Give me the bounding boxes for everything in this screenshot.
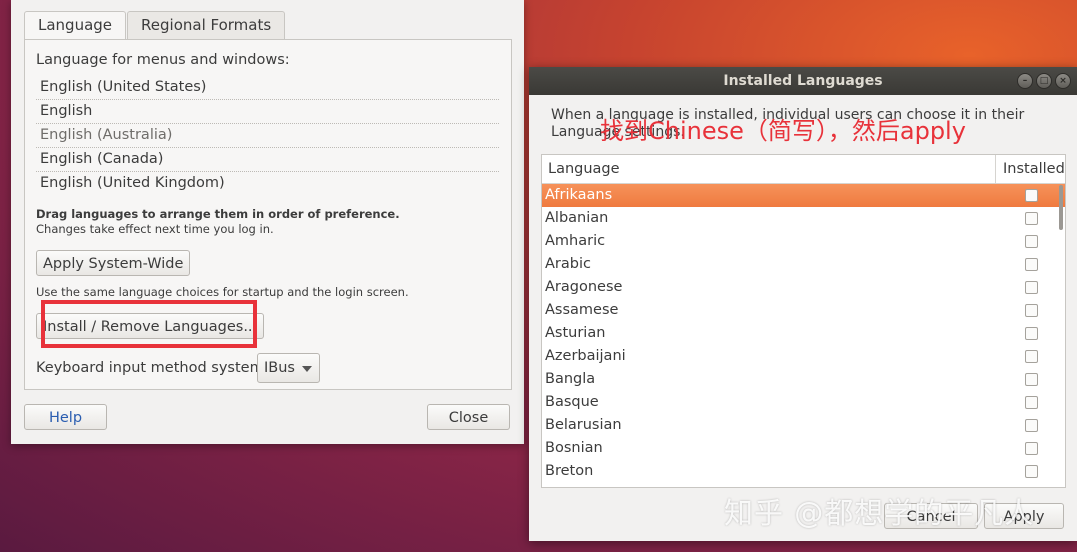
installed-checkbox[interactable] bbox=[1025, 258, 1038, 271]
language-name: Azerbaijani bbox=[545, 348, 626, 364]
table-row[interactable]: Basque bbox=[542, 391, 1065, 414]
annotation-note: 找到Chinese（简写），然后apply bbox=[600, 117, 966, 145]
apply-system-wide-hint: Use the same language choices for startu… bbox=[36, 285, 409, 299]
help-button[interactable]: Help bbox=[24, 404, 107, 430]
table-row[interactable]: Asturian bbox=[542, 322, 1065, 345]
installed-checkbox[interactable] bbox=[1025, 235, 1038, 248]
table-header: Language Installed bbox=[542, 155, 1065, 184]
table-row[interactable]: Afrikaans bbox=[542, 184, 1065, 207]
installed-checkbox[interactable] bbox=[1025, 350, 1038, 363]
installed-checkbox[interactable] bbox=[1025, 396, 1038, 409]
maximize-icon[interactable]: □ bbox=[1036, 73, 1052, 89]
table-row[interactable]: Azerbaijani bbox=[542, 345, 1065, 368]
list-item[interactable]: English (United States) bbox=[36, 76, 499, 100]
list-item[interactable]: English (United Kingdom) bbox=[36, 172, 499, 195]
language-name: Aragonese bbox=[545, 279, 623, 295]
table-row[interactable]: Bangla bbox=[542, 368, 1065, 391]
language-name: Afrikaans bbox=[545, 187, 613, 203]
install-remove-languages-button[interactable]: Install / Remove Languages... bbox=[36, 313, 265, 339]
keyboard-input-label: Keyboard input method system: bbox=[36, 360, 269, 376]
table-row[interactable]: Assamese bbox=[542, 299, 1065, 322]
table-row[interactable]: Bosnian bbox=[542, 437, 1065, 460]
list-item[interactable]: English (Canada) bbox=[36, 148, 499, 172]
tab-regional-formats[interactable]: Regional Formats bbox=[127, 11, 286, 39]
column-header-installed[interactable]: Installed bbox=[995, 155, 1065, 183]
close-icon[interactable]: × bbox=[1055, 73, 1071, 89]
table-row[interactable]: Breton bbox=[542, 460, 1065, 483]
list-item[interactable]: English bbox=[36, 100, 499, 124]
language-name: Albanian bbox=[545, 210, 609, 226]
menus-language-label: Language for menus and windows: bbox=[36, 52, 290, 68]
language-tab-panel: Language for menus and windows: English … bbox=[24, 39, 512, 390]
language-name: Arabic bbox=[545, 256, 591, 272]
list-item[interactable]: English (Australia) bbox=[36, 124, 499, 148]
keyboard-input-value: IBus bbox=[264, 360, 295, 376]
table-row[interactable]: Amharic bbox=[542, 230, 1065, 253]
keyboard-input-select[interactable]: IBus bbox=[257, 353, 320, 383]
window-title: Installed Languages bbox=[723, 73, 883, 89]
installed-checkbox[interactable] bbox=[1025, 373, 1038, 386]
language-name: Belarusian bbox=[545, 417, 622, 433]
installed-checkbox[interactable] bbox=[1025, 419, 1038, 432]
language-name: Bangla bbox=[545, 371, 596, 387]
table-row[interactable]: Aragonese bbox=[542, 276, 1065, 299]
table-row[interactable]: Belarusian bbox=[542, 414, 1065, 437]
language-name: Basque bbox=[545, 394, 599, 410]
language-name: Breton bbox=[545, 463, 594, 479]
languages-table: Language Installed Afrikaans Albanian Am… bbox=[541, 154, 1066, 488]
drag-hint: Drag languages to arrange them in order … bbox=[36, 207, 400, 221]
installed-languages-window: Installed Languages – □ × When a languag… bbox=[529, 67, 1077, 541]
column-header-language[interactable]: Language bbox=[548, 155, 620, 183]
installed-checkbox[interactable] bbox=[1025, 281, 1038, 294]
effect-hint: Changes take effect next time you log in… bbox=[36, 222, 274, 236]
table-row[interactable]: Albanian bbox=[542, 207, 1065, 230]
language-name: Bosnian bbox=[545, 440, 603, 456]
language-preference-list: English (United States) English English … bbox=[36, 76, 499, 195]
chevron-down-icon bbox=[302, 366, 312, 372]
installed-checkbox[interactable] bbox=[1025, 327, 1038, 340]
installed-checkbox[interactable] bbox=[1025, 304, 1038, 317]
apply-system-wide-button[interactable]: Apply System-Wide bbox=[36, 250, 191, 276]
minimize-icon[interactable]: – bbox=[1017, 73, 1033, 89]
installed-checkbox[interactable] bbox=[1025, 465, 1038, 478]
table-scrollbar[interactable] bbox=[1059, 185, 1063, 230]
title-bar[interactable]: Installed Languages – □ × bbox=[529, 67, 1077, 95]
watermark: 知乎 @都想学的平凡人 bbox=[724, 496, 1035, 530]
close-button[interactable]: Close bbox=[427, 404, 510, 430]
installed-checkbox[interactable] bbox=[1025, 189, 1038, 202]
language-name: Assamese bbox=[545, 302, 619, 318]
language-support-window: Language Regional Formats Language for m… bbox=[11, 0, 524, 444]
language-name: Amharic bbox=[545, 233, 606, 249]
table-row[interactable]: Arabic bbox=[542, 253, 1065, 276]
installed-checkbox[interactable] bbox=[1025, 212, 1038, 225]
language-name: Asturian bbox=[545, 325, 606, 341]
tab-language[interactable]: Language bbox=[24, 11, 127, 40]
installed-checkbox[interactable] bbox=[1025, 442, 1038, 455]
tab-bar: Language Regional Formats bbox=[24, 11, 286, 40]
